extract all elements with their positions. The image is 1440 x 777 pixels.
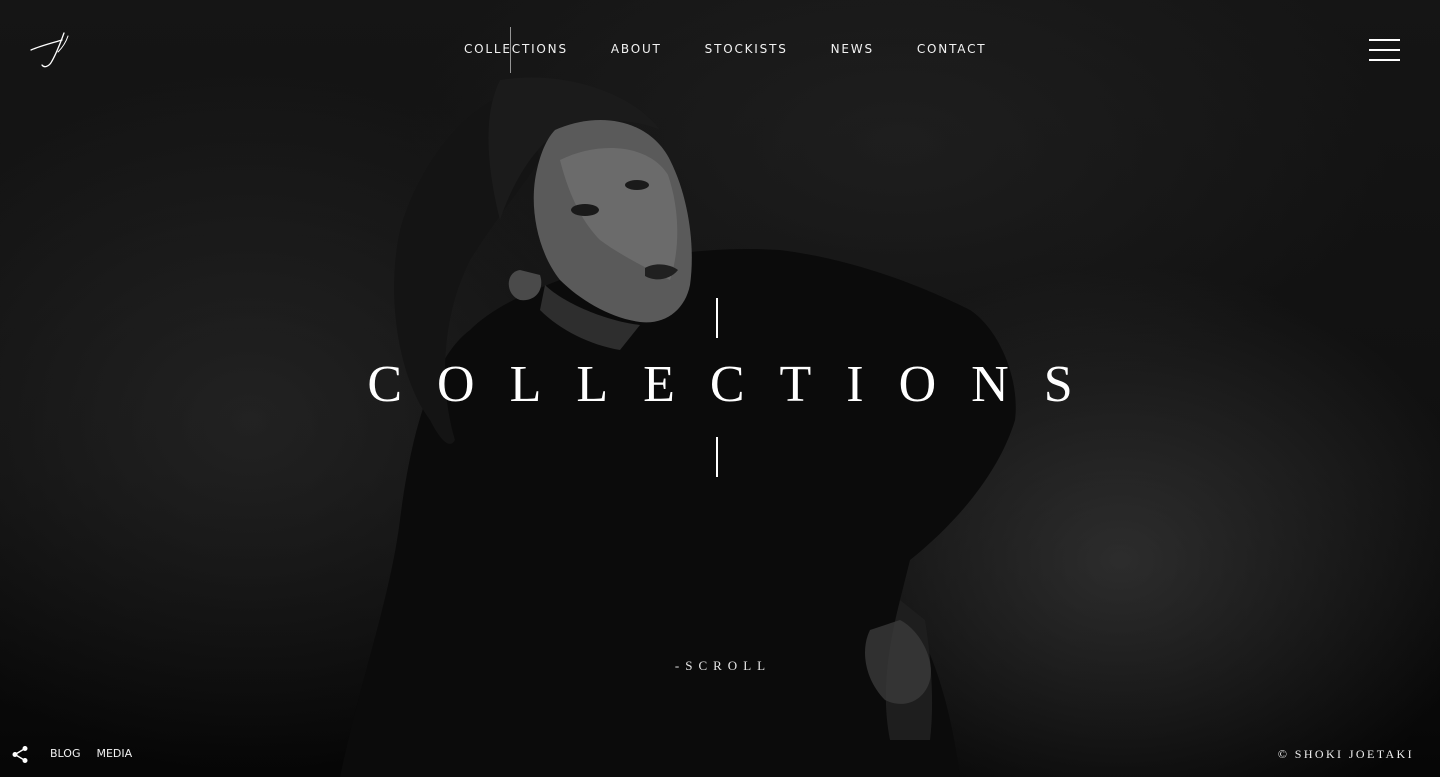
footer-links: BLOG MEDIA <box>50 747 132 760</box>
title-bottom-line <box>716 437 718 477</box>
footer-link-media[interactable]: MEDIA <box>96 747 132 760</box>
share-icon[interactable] <box>11 745 29 764</box>
nav-item-about[interactable]: ABOUT <box>611 41 662 57</box>
main-nav: COLLECTIONS ABOUT STOCKISTS NEWS CONTACT <box>464 41 986 57</box>
scroll-indicator[interactable]: -SCROLL <box>0 658 1440 674</box>
footer-link-blog[interactable]: BLOG <box>50 747 80 760</box>
nav-item-contact[interactable]: CONTACT <box>917 41 987 57</box>
nav-item-collections[interactable]: COLLECTIONS <box>464 41 568 57</box>
top-navigation: COLLECTIONS ABOUT STOCKISTS NEWS CONTACT <box>0 0 1440 100</box>
signature-logo-icon[interactable] <box>28 30 74 70</box>
copyright-text: © SHOKI JOETAKI <box>1277 747 1414 761</box>
title-top-line <box>716 298 718 338</box>
footer-bar: BLOG MEDIA © SHOKI JOETAKI <box>0 740 1440 770</box>
nav-item-stockists[interactable]: STOCKISTS <box>705 41 788 57</box>
page-title: COLLECTIONS <box>367 356 1108 413</box>
nav-item-news[interactable]: NEWS <box>831 41 874 57</box>
hamburger-menu-icon[interactable] <box>1369 39 1401 61</box>
